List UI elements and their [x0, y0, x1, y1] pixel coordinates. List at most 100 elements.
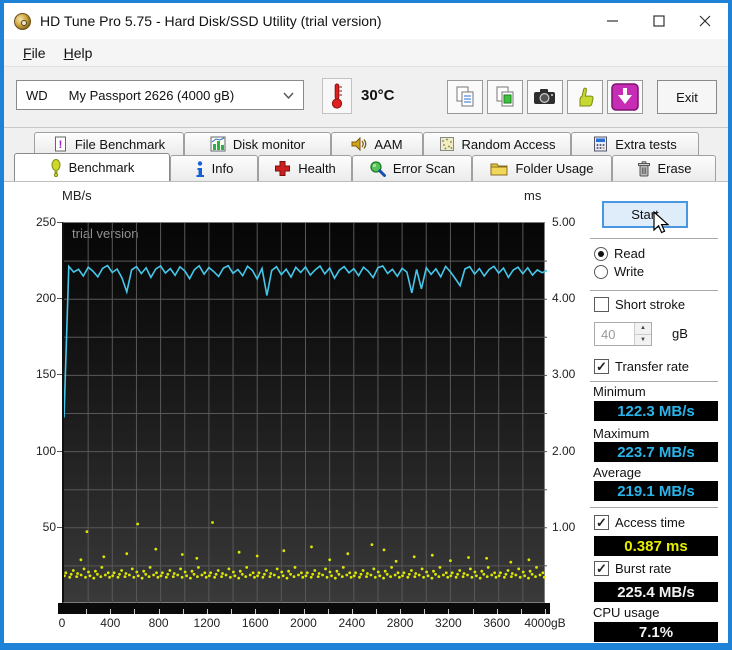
write-radio-row[interactable]: Write	[594, 264, 644, 279]
axis-tick-label: 100	[35, 443, 56, 458]
drive-vendor-label: WD	[26, 87, 48, 103]
x-axis-tick	[182, 609, 184, 614]
transfer-rate-label: Transfer rate	[615, 359, 689, 374]
start-button[interactable]: Start	[602, 201, 688, 228]
maximum-label: Maximum	[593, 426, 650, 441]
axis-tick-label: 1600	[241, 616, 269, 630]
save-download-button[interactable]	[607, 80, 643, 114]
minimum-value-text: 122.3 MB/s	[617, 402, 695, 420]
drive-model-label: My Passport 2626 (4000 gB)	[68, 87, 235, 103]
short-stroke-checkbox[interactable]	[594, 297, 609, 312]
tab-row-lower: Benchmark Info Health Error Scan Folder …	[14, 153, 716, 181]
axis-tick-label: 800	[148, 616, 169, 630]
access-time-row[interactable]: Access time	[594, 515, 685, 530]
tab-benchmark[interactable]: Benchmark	[14, 153, 170, 181]
tab-erase[interactable]: Erase	[612, 155, 716, 181]
stepper-up-button[interactable]: ▲	[635, 323, 651, 334]
stepper-buttons: ▲ ▼	[634, 323, 651, 345]
screenshot-button[interactable]	[527, 80, 563, 114]
tab-aam[interactable]: AAM	[331, 132, 423, 155]
axis-tick-label	[57, 374, 62, 376]
x-axis-tick	[496, 609, 498, 614]
transfer-rate-checkbox[interactable]	[594, 359, 609, 374]
menu-file[interactable]: File	[14, 42, 55, 64]
window-title: HD Tune Pro 5.75 - Hard Disk/SSD Utility…	[40, 13, 382, 29]
benchmark-icon	[51, 158, 61, 177]
burst-rate-row[interactable]: Burst rate	[594, 561, 671, 576]
copy-report-button[interactable]	[447, 80, 483, 114]
file-benchmark-icon: !	[54, 136, 66, 152]
tab-label: Random Access	[461, 136, 556, 152]
exit-button[interactable]: Exit	[657, 80, 717, 114]
close-button[interactable]	[682, 3, 728, 39]
extra-tests-icon	[594, 136, 608, 152]
access-time-value-text: 0.387 ms	[624, 537, 688, 555]
x-axis-tick	[351, 609, 353, 614]
axis-tick-label: 2800	[386, 616, 414, 630]
cpu-usage-value: 7.1%	[594, 622, 718, 642]
axis-tick-label: 3.00	[552, 367, 576, 382]
axis-tick-label: 1200	[193, 616, 221, 630]
chart-canvas	[64, 223, 547, 604]
tab-label: Info	[211, 161, 234, 176]
x-axis-tick	[303, 609, 305, 614]
title-bar: HD Tune Pro 5.75 - Hard Disk/SSD Utility…	[4, 3, 728, 39]
tab-error-scan[interactable]: Error Scan	[352, 155, 472, 181]
app-icon	[14, 12, 31, 30]
read-radio[interactable]	[594, 246, 608, 261]
access-time-checkbox[interactable]	[594, 515, 609, 530]
x-axis-tick	[110, 609, 112, 614]
tab-file-benchmark[interactable]: ! File Benchmark	[34, 132, 184, 155]
tab-random-access[interactable]: Random Access	[423, 132, 571, 155]
transfer-rate-row[interactable]: Transfer rate	[594, 359, 689, 374]
chevron-down-icon	[283, 92, 294, 99]
stepper-down-button[interactable]: ▼	[635, 333, 651, 345]
separator	[590, 381, 718, 382]
short-stroke-unit-label: gB	[672, 326, 688, 341]
tab-health[interactable]: Health	[258, 155, 352, 181]
temperature-indicator	[322, 78, 352, 114]
x-axis-tick	[231, 609, 233, 614]
x-axis-tick	[134, 609, 136, 614]
window-controls	[590, 3, 728, 39]
menu-help[interactable]: Help	[55, 42, 102, 64]
minimize-button[interactable]	[590, 3, 636, 39]
axis-tick-label: 50	[42, 519, 56, 534]
download-arrow-icon	[611, 83, 639, 111]
x-axis-tick	[279, 609, 281, 614]
short-stroke-size-stepper[interactable]: 40 ▲ ▼	[594, 322, 652, 346]
maximize-button[interactable]	[636, 3, 682, 39]
info-icon	[196, 160, 204, 177]
axis-tick-label: 3600	[483, 616, 511, 630]
random-access-icon	[439, 137, 454, 151]
hand-pointer-button[interactable]	[567, 80, 603, 114]
burst-rate-checkbox[interactable]	[594, 561, 609, 576]
read-radio-row[interactable]: Read	[594, 246, 645, 261]
axis-tick-label: 3200	[435, 616, 462, 630]
short-stroke-row[interactable]: Short stroke	[594, 297, 685, 312]
drive-select-dropdown[interactable]: WD My Passport 2626 (4000 gB)	[16, 80, 304, 110]
tab-label: Extra tests	[615, 136, 677, 152]
tab-info[interactable]: Info	[170, 155, 258, 181]
tab-disk-monitor[interactable]: Disk monitor	[184, 132, 331, 155]
axis-tick-label: 2000	[290, 616, 317, 630]
burst-rate-value: 225.4 MB/s	[594, 582, 718, 602]
copy-image-button[interactable]	[487, 80, 523, 114]
read-label: Read	[614, 246, 646, 261]
disk-monitor-icon	[210, 136, 226, 152]
axis-tick-label: 2.00	[552, 443, 576, 458]
write-label: Write	[614, 264, 645, 279]
tab-folder-usage[interactable]: Folder Usage	[472, 155, 612, 181]
burst-rate-value-text: 225.4 MB/s	[617, 583, 695, 601]
tab-label: AAM	[374, 136, 403, 152]
thermometer-icon	[331, 83, 343, 109]
average-value: 219.1 MB/s	[594, 481, 718, 501]
tab-label: Erase	[657, 161, 692, 176]
short-stroke-label: Short stroke	[615, 297, 686, 312]
tab-extra-tests[interactable]: Extra tests	[571, 132, 699, 155]
average-label: Average	[593, 465, 642, 480]
x-axis-tick	[255, 609, 257, 614]
write-radio[interactable]	[594, 264, 608, 279]
maximum-value-text: 223.7 MB/s	[617, 443, 695, 461]
menu-bar: File Help	[4, 39, 728, 66]
